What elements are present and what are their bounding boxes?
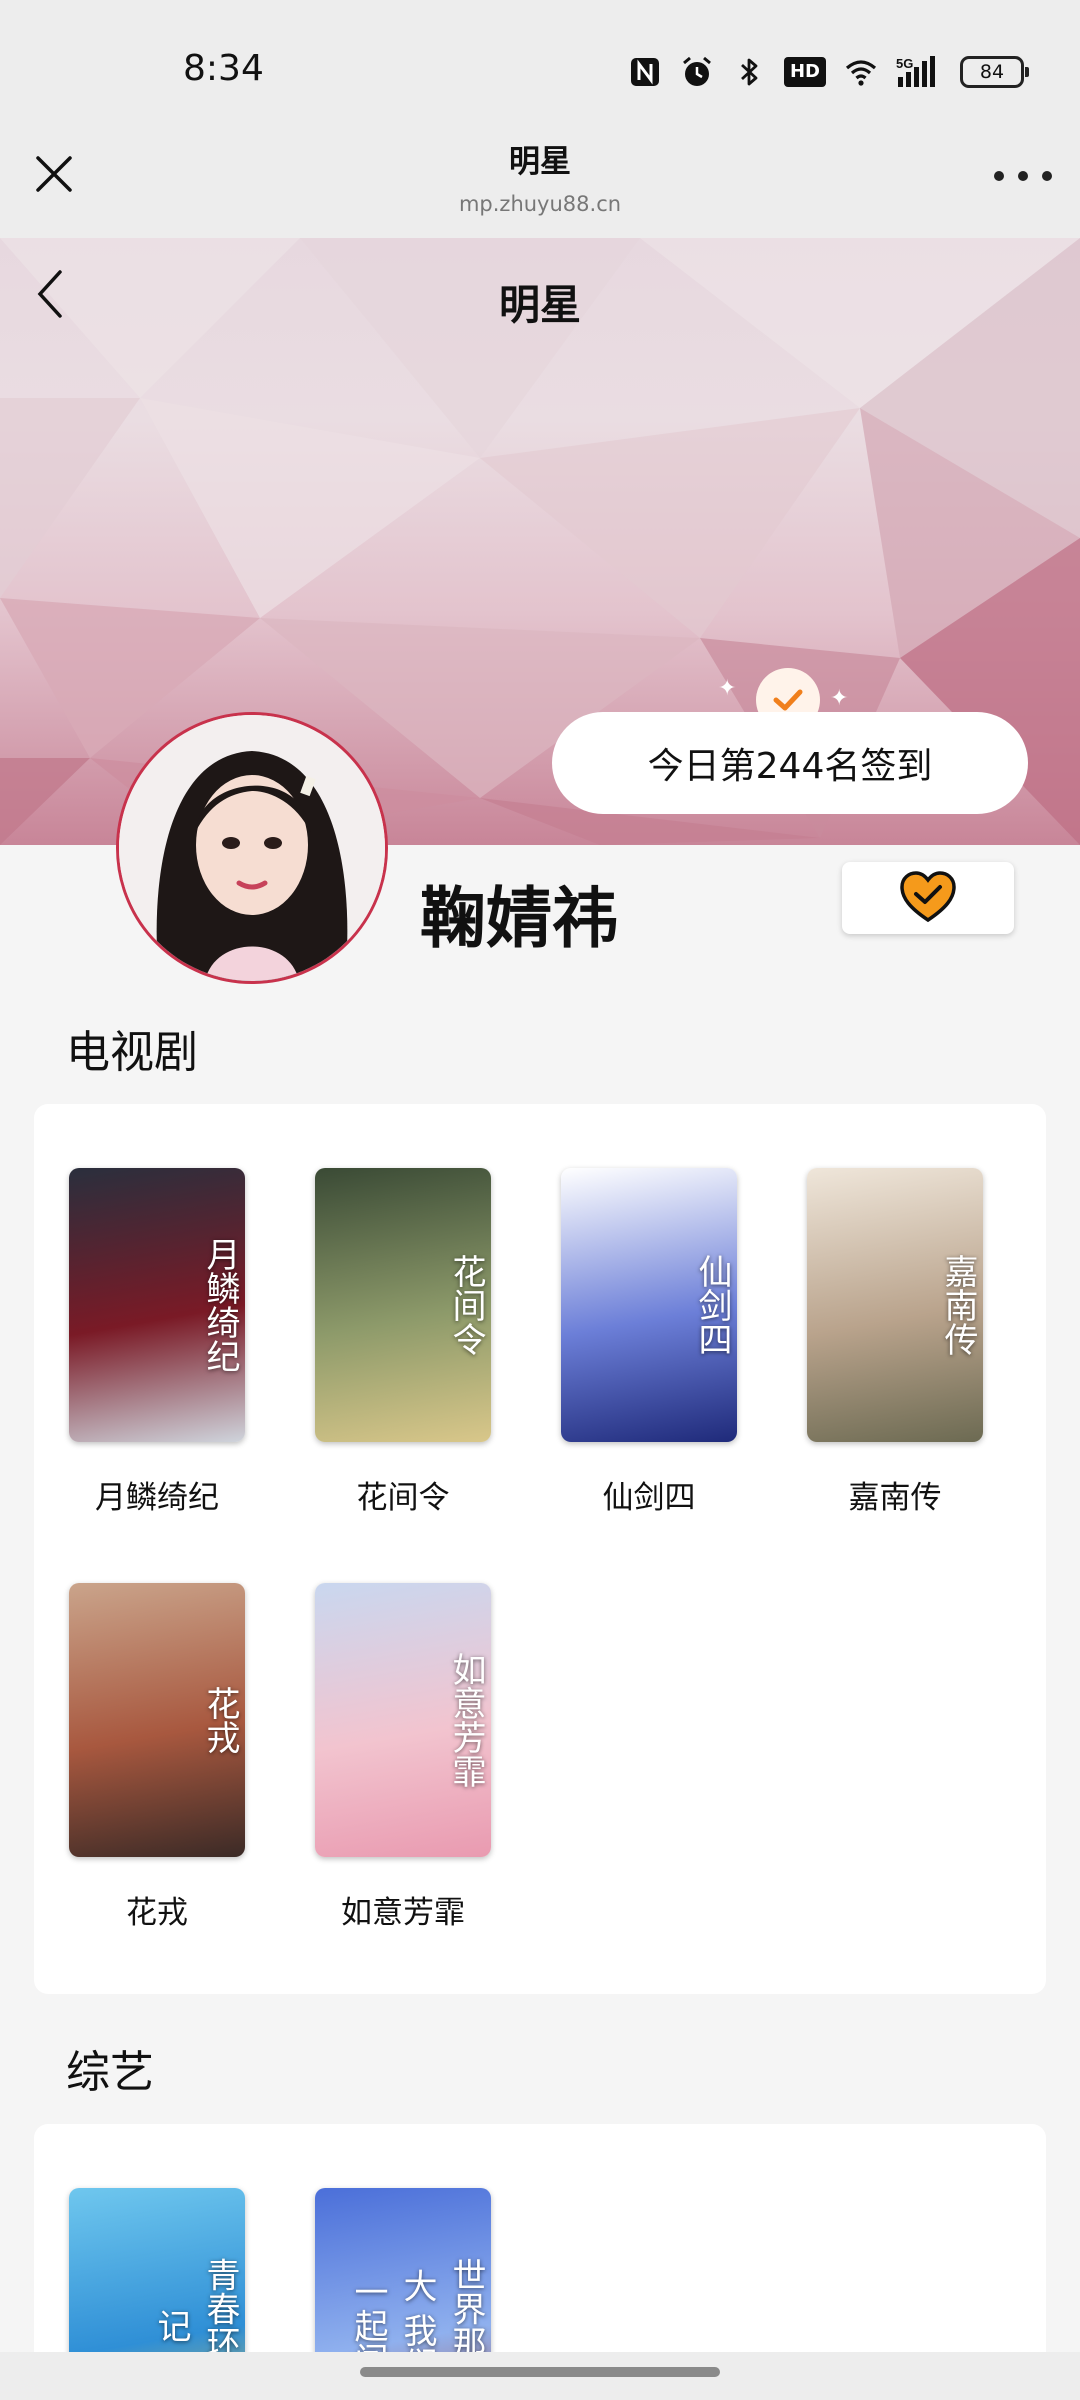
checkin-button[interactable]: 今日第244名签到 (552, 712, 1028, 814)
follow-button[interactable] (842, 862, 1014, 934)
star-name: 鞠婧祎 (420, 880, 618, 957)
nfc-icon (628, 55, 662, 89)
tv-show-item[interactable]: 月鳞绮纪 月鳞绮纪 (69, 1168, 245, 1517)
tv-card: 月鳞绮纪 月鳞绮纪 花间令 花间令 仙剑四 仙剑四 嘉南传 嘉南传 花戎 花戎 如意芳霏 如意芳霏 (34, 1104, 1046, 1994)
tv-show-label: 月鳞绮纪 (95, 1480, 219, 1516)
more-options-button[interactable] (994, 156, 1052, 196)
avatar-portrait (119, 715, 385, 981)
tv-show-label: 嘉南传 (848, 1480, 942, 1516)
sparkle-icon: ✦ (830, 686, 849, 711)
tv-show-poster[interactable]: 花戎 (69, 1583, 245, 1857)
tv-show-poster-title: 嘉南传 (938, 1254, 978, 1356)
battery-level: 84 (979, 61, 1005, 83)
status-time: 8:34 (183, 48, 264, 89)
tv-show-poster[interactable]: 如意芳霏 (315, 1583, 491, 1857)
page-title: 明星 (499, 281, 581, 329)
hd-icon: HD (783, 57, 826, 87)
tv-show-item[interactable]: 花间令 花间令 (315, 1168, 491, 1517)
tv-show-label: 如意芳霏 (341, 1895, 465, 1931)
tv-show-label: 花戎 (126, 1895, 188, 1931)
variety-card: 青春环游记 世界那么大 我们一起闯 (34, 2124, 1046, 2384)
tv-show-label: 仙剑四 (602, 1480, 696, 1516)
mini-program-title: 明星 (509, 144, 571, 180)
tv-show-poster[interactable]: 月鳞绮纪 (69, 1168, 245, 1442)
more-dot (994, 171, 1004, 181)
tv-show-item[interactable]: 花戎 花戎 (69, 1583, 245, 1932)
tv-show-poster-title: 如意芳霏 (446, 1652, 486, 1788)
tv-show-poster-title: 月鳞绮纪 (200, 1237, 240, 1373)
sparkle-icon: ✦ (718, 676, 737, 701)
home-indicator[interactable] (360, 2367, 720, 2377)
network-label: 5G (896, 56, 913, 71)
tv-show-poster[interactable]: 嘉南传 (807, 1168, 983, 1442)
heart-check-icon (900, 871, 956, 923)
tv-show-poster-title: 花间令 (446, 1254, 486, 1356)
avatar (116, 712, 388, 984)
mini-program-url: mp.zhuyu88.cn (458, 192, 622, 216)
status-icons: HD 5G 84 (628, 52, 1029, 92)
battery-icon: 84 (960, 56, 1029, 88)
mini-program-bar: 明星 mp.zhuyu88.cn (0, 120, 1080, 238)
tv-show-poster[interactable]: 花间令 (315, 1168, 491, 1442)
signal-icon: 5G (896, 55, 942, 89)
tv-show-label: 花间令 (356, 1480, 450, 1516)
section-title-variety: 综艺 (66, 2047, 154, 2098)
tv-show-poster[interactable]: 仙剑四 (561, 1168, 737, 1442)
status-bar: 8:34 HD 5G 84 (0, 0, 1080, 140)
alarm-icon (680, 55, 714, 89)
bluetooth-icon (732, 55, 766, 89)
tv-show-item[interactable]: 仙剑四 仙剑四 (561, 1168, 737, 1517)
tv-show-item[interactable]: 嘉南传 嘉南传 (807, 1168, 983, 1517)
wifi-icon (844, 55, 878, 89)
more-dot (1018, 171, 1028, 181)
tv-show-item[interactable]: 如意芳霏 如意芳霏 (315, 1583, 491, 1932)
tv-show-poster-title: 仙剑四 (692, 1254, 732, 1356)
section-title-tv: 电视剧 (66, 1027, 198, 1078)
tv-show-poster-title: 花戎 (200, 1686, 240, 1754)
more-dot (1042, 171, 1052, 181)
